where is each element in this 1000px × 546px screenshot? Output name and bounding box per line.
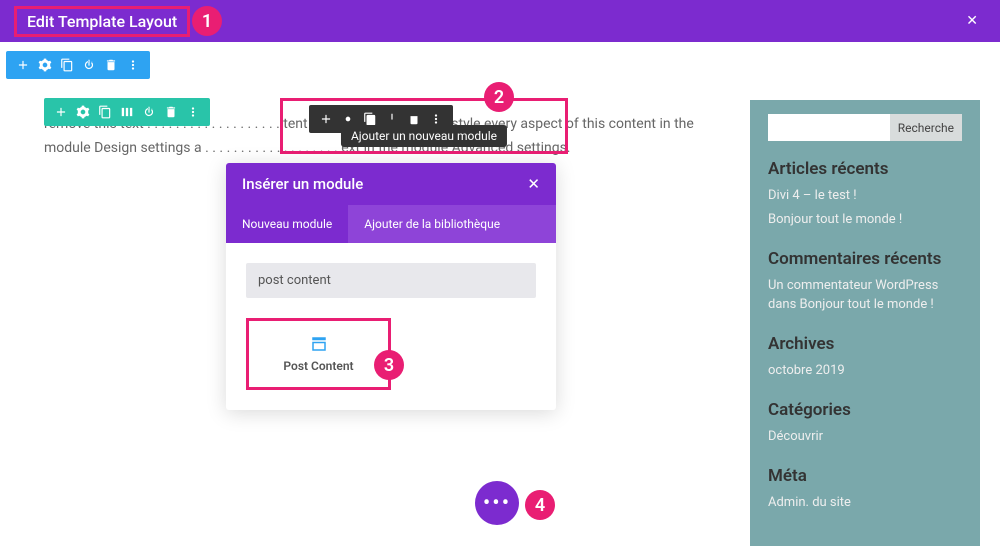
list-item[interactable]: Bonjour tout le monde !: [768, 211, 962, 229]
section-heading: Archives: [768, 334, 962, 354]
section-heading: Méta: [768, 466, 962, 486]
fab-more-button[interactable]: •••: [475, 481, 519, 525]
sidebar-categories: Catégories Découvrir: [768, 400, 962, 446]
trash-icon[interactable]: [101, 55, 121, 75]
list-item[interactable]: octobre 2019: [768, 362, 962, 380]
tab-add-from-library[interactable]: Ajouter de la bibliothèque: [348, 205, 516, 243]
post-content-icon: [310, 335, 328, 353]
duplicate-icon[interactable]: [57, 55, 77, 75]
search-button[interactable]: Recherche: [890, 114, 962, 141]
sidebar: Recherche Articles récents Divi 4 – le t…: [750, 100, 980, 546]
module-result-post-content[interactable]: Post Content: [246, 318, 391, 390]
sidebar-meta: Méta Admin. du site: [768, 466, 962, 512]
modal-header: Insérer un module ✕: [226, 163, 556, 205]
more-icon[interactable]: [183, 102, 203, 122]
columns-icon[interactable]: [117, 102, 137, 122]
search-input[interactable]: [246, 263, 536, 298]
sidebar-recent-posts: Articles récents Divi 4 – le test ! Bonj…: [768, 159, 962, 229]
module-result-label: Post Content: [279, 359, 358, 373]
add-icon[interactable]: [316, 109, 336, 129]
sidebar-recent-comments: Commentaires récents Un commentateur Wor…: [768, 249, 962, 313]
module-toolbar-area: Ajouter un nouveau module: [280, 98, 568, 154]
gear-icon[interactable]: [73, 102, 93, 122]
close-icon[interactable]: ✕: [966, 13, 978, 29]
duplicate-icon[interactable]: [95, 102, 115, 122]
section-heading: Commentaires récents: [768, 249, 962, 269]
page-title: Edit Template Layout: [14, 6, 190, 37]
annotation-marker-2: 2: [484, 82, 514, 112]
section-heading: Articles récents: [768, 159, 962, 179]
modal-tabs: Nouveau module Ajouter de la bibliothèqu…: [226, 205, 556, 243]
sidebar-search: Recherche: [768, 114, 962, 141]
trash-icon[interactable]: [161, 102, 181, 122]
modal-body: Post Content: [226, 243, 556, 410]
annotation-marker-1: 1: [192, 6, 222, 36]
list-item[interactable]: Divi 4 – le test !: [768, 187, 962, 205]
close-icon[interactable]: ✕: [527, 175, 540, 193]
list-item[interactable]: Découvrir: [768, 428, 962, 446]
gear-icon[interactable]: [35, 55, 55, 75]
more-icon[interactable]: [123, 55, 143, 75]
sidebar-archives: Archives octobre 2019: [768, 334, 962, 380]
add-icon[interactable]: [13, 55, 33, 75]
section-heading: Catégories: [768, 400, 962, 420]
row-toolbar: [44, 98, 210, 126]
add-icon[interactable]: [51, 102, 71, 122]
power-icon[interactable]: [139, 102, 159, 122]
modal-title: Insérer un module: [242, 175, 363, 193]
annotation-marker-4: 4: [525, 490, 555, 520]
power-icon[interactable]: [79, 55, 99, 75]
tooltip: Ajouter un nouveau module: [341, 125, 507, 147]
section-toolbar: [6, 51, 150, 79]
tab-new-module[interactable]: Nouveau module: [226, 205, 348, 243]
annotation-marker-3: 3: [374, 350, 404, 380]
list-item[interactable]: Un commentateur WordPress dans Bonjour t…: [768, 277, 962, 313]
list-item[interactable]: Admin. du site: [768, 494, 962, 512]
search-input[interactable]: [768, 114, 890, 141]
top-bar: Edit Template Layout ✕: [0, 0, 1000, 42]
